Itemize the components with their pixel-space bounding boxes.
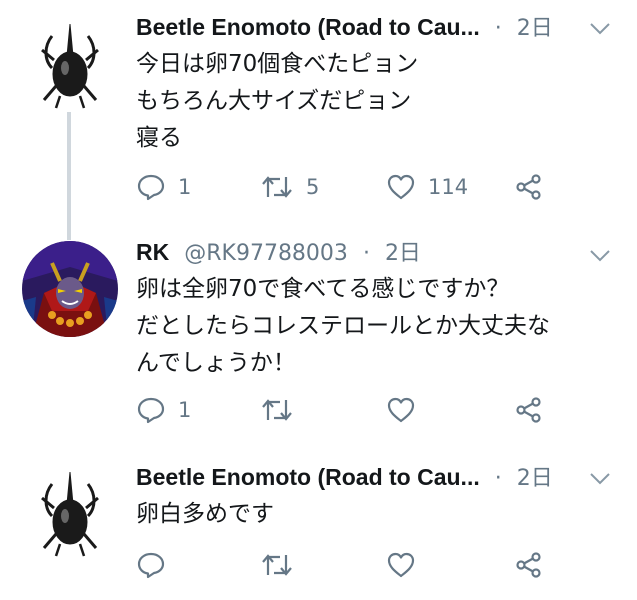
reply-button[interactable] [136, 548, 178, 582]
chevron-down-icon[interactable] [589, 472, 611, 486]
avatar[interactable] [22, 241, 118, 337]
like-button[interactable] [386, 548, 428, 582]
like-button[interactable]: 114 [386, 170, 468, 204]
display-name[interactable]: Beetle Enomoto (Road to Cau... [136, 14, 480, 40]
retweet-icon [262, 554, 292, 576]
separator-dot: · [362, 241, 370, 266]
timestamp[interactable]: 2日 [517, 466, 553, 491]
villain-icon [22, 241, 118, 337]
reply-icon [137, 174, 165, 201]
timestamp[interactable]: 2日 [517, 16, 553, 41]
tweet-actions: 1 [136, 393, 606, 427]
separator-dot: · [494, 466, 502, 491]
share-button[interactable] [514, 548, 544, 582]
retweet-button[interactable] [260, 393, 306, 427]
avatar[interactable] [22, 464, 118, 560]
avatar[interactable] [22, 16, 118, 112]
share-button[interactable] [514, 393, 544, 427]
tweet-actions [136, 548, 606, 582]
beetle-icon [22, 464, 118, 560]
tweet-text: 卵は全卵70で食べてる感じですか？ だとしたらコレステロールとか大丈夫な んでし… [136, 276, 550, 376]
retweet-count: 5 [306, 175, 320, 199]
tweet-1[interactable]: Beetle Enomoto (Road to Cau... · 2日 今日は卵… [0, 10, 637, 220]
tweet-text: 今日は卵70個食べたピョン もちろん大サイズだピョン 寝る [136, 51, 419, 151]
reply-button[interactable]: 1 [136, 393, 191, 427]
retweet-button[interactable] [260, 548, 306, 582]
tweet-3[interactable]: Beetle Enomoto (Road to Cau... · 2日 卵白多め… [0, 460, 637, 595]
reply-button[interactable]: 1 [136, 170, 191, 204]
like-button[interactable] [386, 393, 428, 427]
share-icon [516, 174, 541, 200]
beetle-icon [22, 16, 118, 112]
chevron-down-icon[interactable] [589, 22, 611, 36]
retweet-icon [262, 176, 292, 198]
reply-count: 1 [178, 398, 192, 422]
tweet-header: Beetle Enomoto (Road to Cau... · 2日 [136, 10, 553, 44]
reply-icon [137, 397, 165, 424]
separator-dot: · [494, 16, 502, 41]
tweet-header: Beetle Enomoto (Road to Cau... · 2日 [136, 460, 553, 494]
reply-icon [137, 552, 165, 579]
chevron-down-icon[interactable] [589, 249, 611, 263]
tweet-2[interactable]: RK @RK97788003 · 2日 卵は全卵70で食べてる感じですか？ だと… [0, 235, 637, 445]
tweet-text: 卵白多めです [136, 501, 274, 527]
retweet-icon [262, 399, 292, 421]
display-name[interactable]: RK [136, 239, 169, 265]
timestamp[interactable]: 2日 [385, 241, 421, 266]
heart-icon [387, 552, 415, 578]
share-button[interactable] [514, 170, 544, 204]
heart-icon [387, 174, 415, 200]
tweet-actions: 1 5 114 [136, 170, 606, 204]
reply-count: 1 [178, 175, 192, 199]
display-name[interactable]: Beetle Enomoto (Road to Cau... [136, 464, 480, 490]
user-handle[interactable]: @RK97788003 [184, 241, 348, 266]
heart-icon [387, 397, 415, 423]
tweet-header: RK @RK97788003 · 2日 [136, 235, 421, 269]
share-icon [516, 397, 541, 423]
share-icon [516, 552, 541, 578]
retweet-button[interactable]: 5 [260, 170, 319, 204]
like-count: 114 [428, 175, 469, 199]
